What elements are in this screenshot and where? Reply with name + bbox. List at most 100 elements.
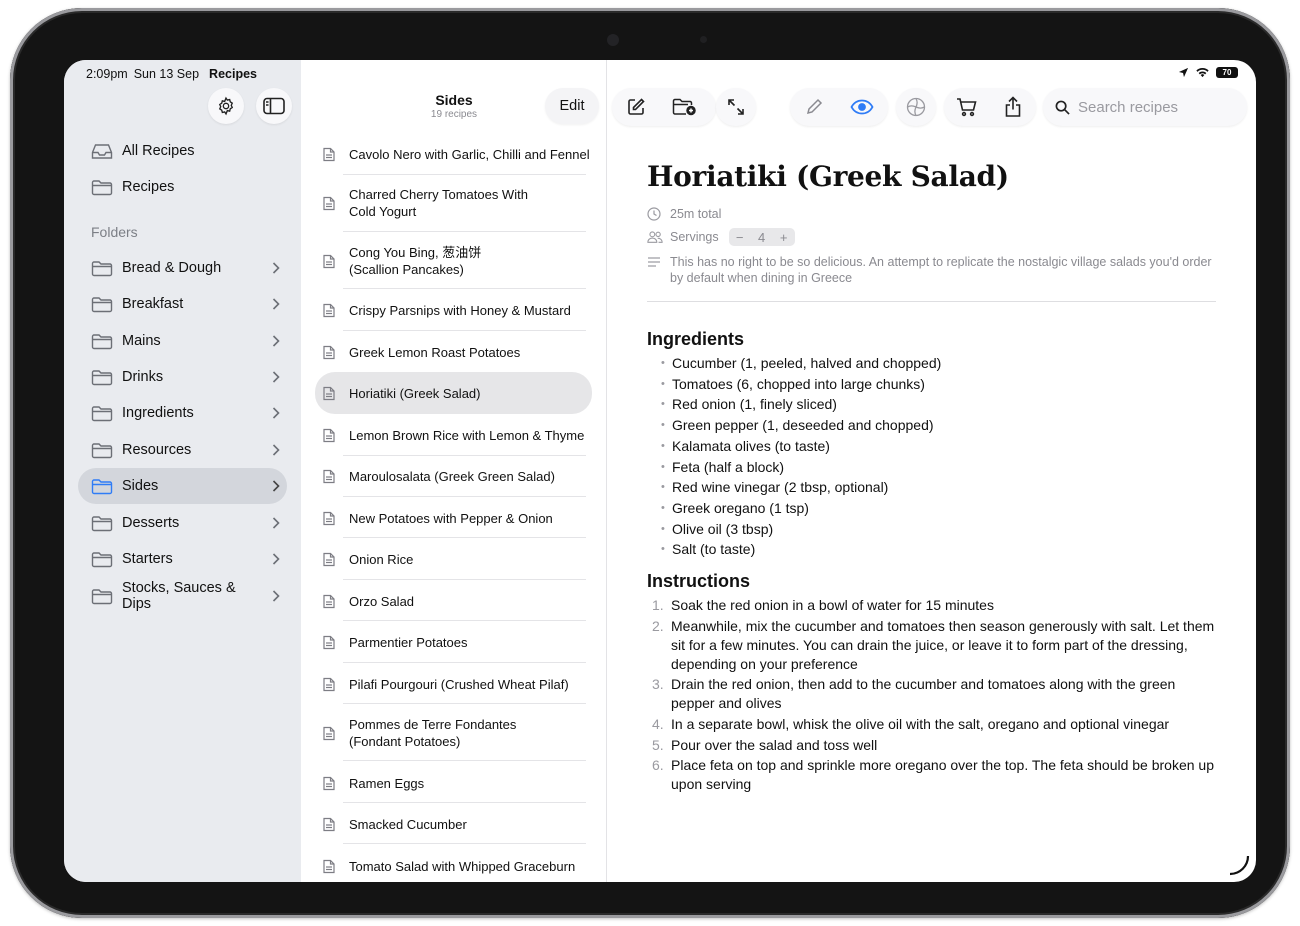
sidebar: All Recipes Recipes Folders Bread & Doug… [64, 60, 301, 882]
servings-stepper[interactable]: − 4 + [728, 228, 795, 246]
sidebar-item-all-recipes[interactable]: All Recipes [78, 133, 287, 169]
document-icon [323, 147, 339, 162]
toggle-sidebar-button[interactable] [256, 88, 292, 124]
instruction-step: 4. In a separate bowl, whisk the olive oi… [647, 715, 1217, 734]
sidebar-folder-sides[interactable]: Sides [78, 468, 287, 504]
folder-icon [91, 178, 113, 196]
new-recipe-button[interactable] [612, 88, 660, 126]
expand-button[interactable] [716, 88, 756, 126]
document-icon [323, 635, 339, 650]
plus-icon[interactable]: + [773, 230, 795, 245]
mode-group [790, 88, 888, 126]
recipe-list-item-selected[interactable]: Horiatiki (Greek Salad) [315, 372, 592, 414]
view-mode-button[interactable] [838, 88, 886, 126]
recipe-list-item[interactable]: Smacked Cucumber [315, 812, 592, 836]
quick-note-corner-icon[interactable] [1226, 852, 1250, 876]
recipe-list-item[interactable]: Onion Rice [315, 547, 592, 571]
recipe-list-item-label: Tomato Salad with Whipped Graceburn [349, 858, 576, 874]
status-app-name: Recipes [209, 67, 257, 81]
recipe-list-item-label: Onion Rice [349, 551, 414, 567]
recipe-list-item[interactable]: Cavolo Nero with Garlic, Chilli and Fenn… [315, 142, 592, 166]
recipe-list-item[interactable]: Charred Cherry Tomatoes With Cold Yogurt [315, 184, 592, 222]
recipe-list-item[interactable]: Tomato Salad with Whipped Graceburn [315, 854, 592, 878]
battery-icon: 70 [1216, 67, 1238, 78]
recipe-list-item[interactable]: Ramen Eggs [315, 771, 592, 795]
recipe-list-item-label: Parmentier Potatoes [349, 634, 468, 650]
sidebar-folder-label: Starters [122, 551, 173, 567]
shopping-cart-button[interactable] [944, 88, 990, 126]
recipe-list-item[interactable]: Greek Lemon Roast Potatoes [315, 340, 592, 364]
chevron-right-icon [265, 480, 287, 492]
document-icon [323, 677, 339, 692]
sidebar-folder-bread-dough[interactable]: Bread & Dough [78, 250, 287, 286]
recipe-total-time: 25m total [670, 207, 722, 221]
recipe-list-item-label: Smacked Cucumber [349, 816, 467, 832]
edit-mode-button[interactable] [790, 88, 838, 126]
ingredient-item: Salt (to taste) [647, 539, 1217, 560]
recipe-title: Horiatiki (Greek Salad) [647, 160, 1009, 193]
step-text: Drain the red onion, then add to the cuc… [671, 676, 1176, 712]
list-separator [343, 330, 586, 331]
assistant-button[interactable] [896, 88, 936, 126]
edit-button[interactable]: Edit [545, 88, 599, 124]
recipe-description-row: This has no right to be so delicious. An… [647, 254, 1217, 286]
ingredient-item: Greek oregano (1 tsp) [647, 498, 1217, 519]
step-number: 5. [652, 736, 664, 753]
instructions-heading: Instructions [647, 571, 751, 592]
gear-icon [218, 96, 234, 116]
recipe-list-item[interactable]: Lemon Brown Rice with Lemon & Thyme [315, 423, 592, 447]
document-icon [323, 817, 339, 832]
pencil-icon [806, 98, 823, 115]
sidebar-folder-label: Mains [122, 333, 161, 349]
settings-button[interactable] [208, 88, 244, 124]
recipe-list-item[interactable]: Pilafi Pourgouri (Crushed Wheat Pilaf) [315, 672, 592, 696]
sidebar-folder-resources[interactable]: Resources [78, 432, 287, 468]
sidebar-folder-label: Ingredients [122, 405, 194, 421]
folder-icon [91, 587, 113, 605]
recipe-list-item[interactable]: New Potatoes with Pepper & Onion [315, 506, 592, 530]
sidebar-folder-ingredients[interactable]: Ingredients [78, 395, 287, 431]
recipe-servings-row: Servings − 4 + [647, 228, 1217, 246]
recipe-list-item[interactable]: Orzo Salad [315, 589, 592, 613]
sidebar-item-recipes[interactable]: Recipes [78, 169, 287, 205]
document-icon [323, 726, 339, 741]
sidebar-folder-label: Sides [122, 478, 159, 494]
folder-icon [91, 441, 113, 459]
document-icon [323, 345, 339, 360]
share-icon [1005, 96, 1021, 117]
recipe-list-item[interactable]: Pommes de Terre Fondantes (Fondant Potat… [315, 714, 592, 752]
chevron-right-icon [265, 407, 287, 419]
servings-value: 4 [758, 229, 766, 245]
recipe-list-item[interactable]: Cong You Bing, 葱油饼 (Scallion Pancakes) [315, 242, 592, 280]
sidebar-folder-starters[interactable]: Starters [78, 541, 287, 577]
sidebar-folder-drinks[interactable]: Drinks [78, 359, 287, 395]
step-number: 6. [652, 757, 664, 774]
minus-icon[interactable]: − [729, 230, 751, 245]
recipe-list-item-label: Orzo Salad [349, 593, 415, 609]
search-bar[interactable] [1043, 88, 1247, 126]
recipe-list-item-label: Cavolo Nero with Garlic, Chilli and Fenn… [349, 146, 590, 162]
sidebar-folder-desserts[interactable]: Desserts [78, 505, 287, 541]
sidebar-folder-label: Stocks, Sauces & Dips [122, 580, 236, 612]
recipe-list-item[interactable]: Crispy Parsnips with Honey & Mustard [315, 298, 592, 322]
sidebar-folder-breakfast[interactable]: Breakfast [78, 286, 287, 322]
step-number: 2. [652, 617, 664, 634]
new-folder-button[interactable] [660, 88, 708, 126]
chevron-right-icon [265, 371, 287, 383]
ingredient-item: Red onion (1, finely sliced) [647, 394, 1217, 415]
instruction-step: 1. Soak the red onion in a bowl of water … [647, 596, 1217, 615]
recipe-list-item[interactable]: Parmentier Potatoes [315, 630, 592, 654]
document-icon [323, 594, 339, 609]
ingredient-item: Green pepper (1, deseeded and chopped) [647, 415, 1217, 436]
sidebar-item-label: All Recipes [122, 143, 195, 159]
ingredient-item: Cucumber (1, peeled, halved and chopped) [647, 353, 1217, 374]
share-button[interactable] [990, 88, 1036, 126]
search-input[interactable] [1078, 98, 1238, 116]
sidebar-folder-stocks-sauces-dips[interactable]: Stocks, Sauces & Dips [78, 578, 287, 614]
recipe-list-item[interactable]: Maroulosalata (Greek Green Salad) [315, 464, 592, 488]
list-separator [343, 620, 586, 621]
list-separator [343, 174, 586, 175]
ingredient-item: Tomatoes (6, chopped into large chunks) [647, 374, 1217, 395]
actions-group [944, 88, 1036, 126]
sidebar-folder-mains[interactable]: Mains [78, 323, 287, 359]
